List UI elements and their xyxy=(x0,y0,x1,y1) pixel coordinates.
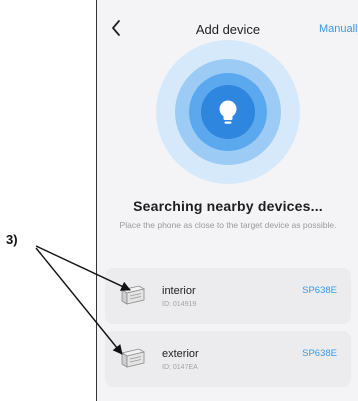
device-id: ID: 0147EA xyxy=(162,364,198,371)
searching-instruction: Place the phone as close to the target d… xyxy=(119,220,337,230)
device-icon xyxy=(120,348,146,368)
device-card-interior[interactable]: interior ID: 014919 SP638E xyxy=(105,268,351,324)
scanning-indicator xyxy=(156,40,300,184)
device-icon xyxy=(120,285,146,305)
callout-label: 3) xyxy=(6,232,18,247)
phone-screen: Add device Manually Searching nearby dev… xyxy=(96,0,358,401)
screenshot-canvas: 3) Add device Manually Searching nearby … xyxy=(0,0,358,401)
searching-heading: Searching nearby devices... xyxy=(133,198,323,214)
device-id: ID: 014919 xyxy=(162,301,197,308)
device-model: SP638E xyxy=(302,348,337,359)
device-name: exterior xyxy=(162,348,199,360)
device-card-exterior[interactable]: exterior ID: 0147EA SP638E xyxy=(105,331,351,387)
device-model: SP638E xyxy=(302,285,337,296)
device-name: interior xyxy=(162,285,196,297)
